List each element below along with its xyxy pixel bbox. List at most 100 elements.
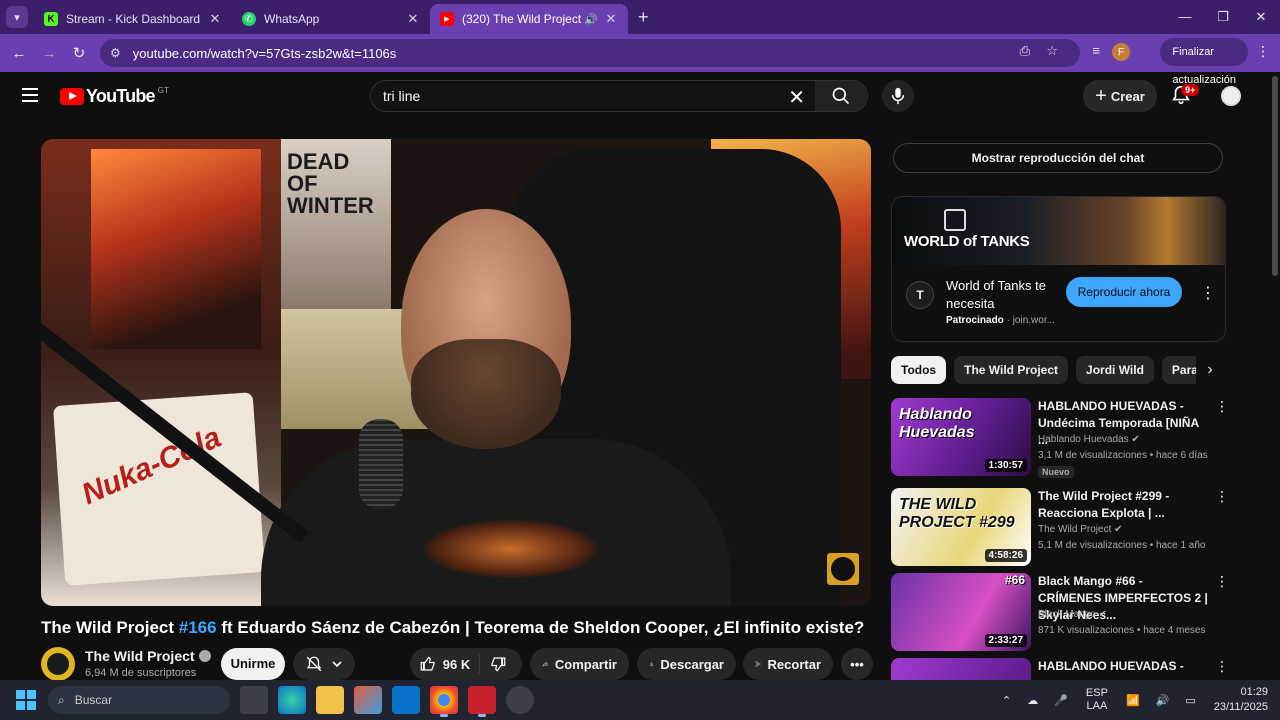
show-chat-replay-button[interactable]: Mostrar reproducción del chat bbox=[893, 143, 1223, 173]
download-button[interactable]: Descargar bbox=[637, 648, 736, 680]
youtube-logo[interactable]: YouTube GT bbox=[60, 86, 169, 107]
close-icon[interactable]: ✕ bbox=[604, 11, 618, 27]
minimize-button[interactable]: — bbox=[1166, 0, 1204, 34]
sponsored-ad[interactable]: WORLD of TANKS T World of Tanks te neces… bbox=[891, 196, 1226, 342]
video-thumbnail[interactable]: #66 2:33:27 bbox=[891, 573, 1031, 651]
forward-button[interactable]: → bbox=[34, 45, 64, 62]
chevron-right-icon[interactable]: › bbox=[1196, 356, 1224, 384]
channel-avatar[interactable] bbox=[41, 647, 75, 681]
search-button[interactable] bbox=[815, 81, 867, 111]
chip-todos[interactable]: Todos bbox=[891, 356, 947, 384]
plus-icon: + bbox=[1095, 84, 1107, 107]
input-language[interactable]: ESP LAA bbox=[1086, 687, 1108, 713]
guide-menu-icon[interactable] bbox=[22, 88, 38, 102]
store-icon[interactable] bbox=[354, 686, 382, 714]
page-scrollbar[interactable] bbox=[1270, 72, 1280, 680]
close-icon[interactable]: ✕ bbox=[406, 11, 420, 27]
list-item[interactable]: HABLANDO HUEVADAS - ⋮ bbox=[891, 658, 1231, 680]
url-text: youtube.com/watch?v=57Gts-zsb2w&t=1106s bbox=[132, 45, 397, 61]
outlook-icon[interactable] bbox=[392, 686, 420, 714]
speaker-icon[interactable]: 🔊 bbox=[584, 13, 598, 26]
advertiser-avatar[interactable]: T bbox=[906, 281, 934, 309]
share-button[interactable]: Compartir bbox=[530, 648, 629, 680]
thumbnail-text: Hablando Huevadas bbox=[899, 406, 975, 441]
tab-kick[interactable]: K Stream - Kick Dashboard ✕ bbox=[34, 4, 232, 34]
list-item[interactable]: THE WILD PROJECT #299 4:58:26 The Wild P… bbox=[891, 488, 1231, 568]
profile-avatar[interactable]: F bbox=[1112, 43, 1130, 61]
video-player[interactable]: DEAD OF WINTER Nuka-Cola bbox=[41, 139, 871, 606]
video-title[interactable]: The Wild Project #299 - Reacciona Explot… bbox=[1038, 488, 1208, 522]
reload-button[interactable]: ↻ bbox=[64, 44, 94, 62]
search-input[interactable] bbox=[371, 88, 771, 104]
address-bar[interactable]: ⚙ youtube.com/watch?v=57Gts-zsb2w&t=1106… bbox=[100, 39, 1080, 67]
hashtag-link[interactable]: #166 bbox=[179, 618, 217, 637]
ad-cta-button[interactable]: Reproducir ahora bbox=[1066, 277, 1182, 307]
dislike-button[interactable] bbox=[480, 655, 522, 673]
channel-watermark-icon[interactable] bbox=[827, 553, 859, 585]
channel-name[interactable]: The Wild Project ✔ bbox=[1038, 524, 1123, 535]
join-button[interactable]: Unirme bbox=[221, 648, 285, 680]
taskbar-search[interactable]: ⌕ Buscar bbox=[48, 686, 230, 714]
ad-banner[interactable]: WORLD of TANKS bbox=[892, 197, 1225, 265]
scrollbar-thumb[interactable] bbox=[1272, 76, 1278, 276]
netflix-icon[interactable] bbox=[468, 686, 496, 717]
channel-name[interactable]: Black Mango ✔ bbox=[1038, 609, 1107, 620]
youtube-icon: ▶ bbox=[440, 12, 454, 26]
update-button[interactable]: Finalizar actualización bbox=[1160, 38, 1248, 86]
list-item[interactable]: #66 2:33:27 Black Mango #66 - CRÍMENES I… bbox=[891, 573, 1231, 653]
chrome-icon[interactable] bbox=[430, 686, 458, 717]
more-actions-button[interactable]: ••• bbox=[841, 648, 873, 680]
close-icon[interactable]: ✕ bbox=[208, 11, 222, 27]
like-dislike-group: 96 K bbox=[410, 648, 522, 680]
volume-icon[interactable]: 🔊 bbox=[1156, 694, 1170, 707]
list-item[interactable]: Hablando Huevadas 1:30:57 HABLANDO HUEVA… bbox=[891, 398, 1231, 478]
microphone-icon bbox=[891, 87, 905, 105]
edge-icon[interactable] bbox=[278, 686, 306, 714]
ad-menu-icon[interactable]: ⋮ bbox=[1200, 283, 1216, 303]
site-info-icon[interactable]: ⚙ bbox=[110, 46, 121, 60]
chip-jordi-wild[interactable]: Jordi Wild bbox=[1076, 356, 1154, 384]
tab-youtube[interactable]: ▶ (320) The Wild Project #166 🔊 ✕ bbox=[430, 4, 628, 34]
media-control-icon[interactable]: ≡ bbox=[1092, 43, 1100, 58]
chip-the-wild-project[interactable]: The Wild Project bbox=[954, 356, 1069, 384]
maximize-button[interactable]: ❐ bbox=[1204, 0, 1242, 34]
microphone-icon[interactable]: 🎤 bbox=[1054, 694, 1068, 707]
video-thumbnail[interactable]: THE WILD PROJECT #299 4:58:26 bbox=[891, 488, 1031, 566]
youtube-play-icon bbox=[60, 88, 84, 105]
cloud-icon[interactable]: ☁ bbox=[1027, 694, 1038, 707]
clear-search-icon[interactable]: ✕ bbox=[788, 85, 805, 110]
create-button[interactable]: + Crear bbox=[1083, 80, 1157, 112]
clock[interactable]: 01:29 23/11/2025 bbox=[1214, 685, 1268, 715]
close-window-button[interactable]: ✕ bbox=[1242, 0, 1280, 34]
video-title[interactable]: HABLANDO HUEVADAS - bbox=[1038, 658, 1208, 675]
channel-name[interactable]: The Wild Project bbox=[85, 648, 211, 664]
browser-menu-icon[interactable]: ⋮ bbox=[1256, 43, 1270, 60]
back-button[interactable]: ← bbox=[4, 45, 34, 62]
item-menu-icon[interactable]: ⋮ bbox=[1215, 398, 1229, 415]
new-tab-button[interactable]: + bbox=[638, 7, 649, 28]
chevron-up-icon[interactable]: ⌃ bbox=[1002, 694, 1011, 707]
create-label: Crear bbox=[1110, 88, 1145, 104]
tab-search-button[interactable]: ▾ bbox=[6, 6, 28, 28]
item-menu-icon[interactable]: ⋮ bbox=[1215, 658, 1229, 675]
windows-start-icon[interactable] bbox=[16, 690, 36, 710]
bookmark-star-icon[interactable]: ☆ bbox=[1046, 43, 1058, 59]
youtube-header: YouTube GT ✕ + Crear 9+ bbox=[0, 72, 1270, 122]
file-explorer-icon[interactable] bbox=[316, 686, 344, 714]
battery-icon[interactable]: ▭ bbox=[1185, 694, 1195, 707]
item-menu-icon[interactable]: ⋮ bbox=[1215, 488, 1229, 505]
subscription-bell-button[interactable] bbox=[293, 648, 355, 680]
video-thumbnail[interactable]: Hablando Huevadas 1:30:57 bbox=[891, 398, 1031, 476]
account-avatar[interactable] bbox=[1221, 86, 1241, 106]
tab-whatsapp[interactable]: ✆ WhatsApp ✕ bbox=[232, 4, 430, 34]
clip-button[interactable]: Recortar bbox=[743, 648, 833, 680]
like-button[interactable]: 96 K bbox=[410, 654, 480, 674]
wifi-icon[interactable]: 📶 bbox=[1126, 694, 1140, 707]
item-menu-icon[interactable]: ⋮ bbox=[1215, 573, 1229, 590]
video-thumbnail[interactable] bbox=[891, 658, 1031, 680]
app-icon[interactable] bbox=[506, 686, 534, 714]
install-app-icon[interactable]: ⎙ bbox=[1020, 43, 1030, 59]
channel-name[interactable]: Hablando Huevadas ✔ bbox=[1038, 434, 1140, 445]
voice-search-button[interactable] bbox=[882, 80, 914, 112]
task-view-icon[interactable] bbox=[240, 686, 268, 714]
